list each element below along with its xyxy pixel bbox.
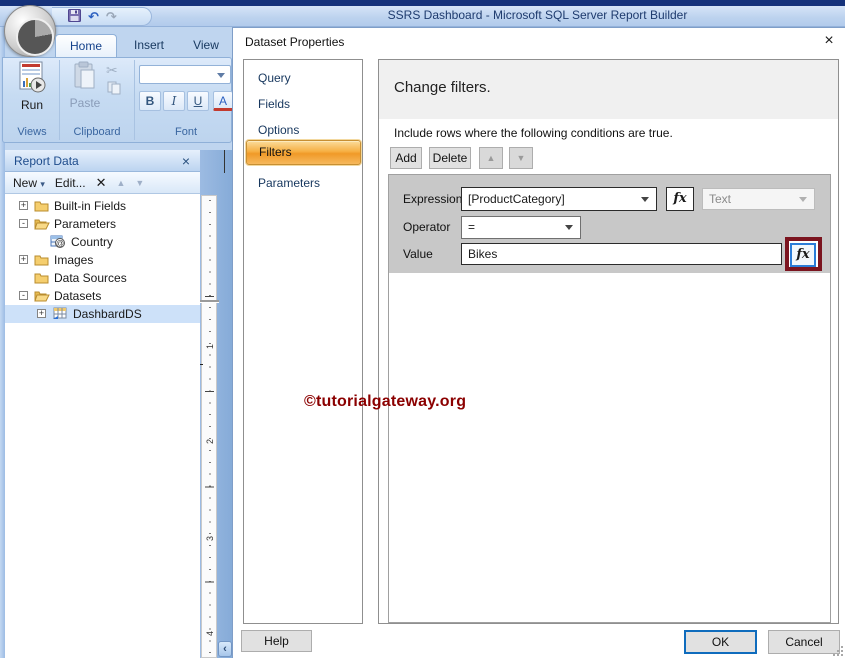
value-label: Value: [403, 247, 433, 261]
dialog-title: Dataset Properties: [245, 35, 345, 49]
collapse-icon[interactable]: -: [19, 219, 28, 228]
canvas-edge-line: [224, 150, 225, 173]
font-name-combo[interactable]: [139, 65, 231, 84]
svg-text:@: @: [56, 239, 64, 248]
expression-fx-button[interactable]: fx: [666, 187, 694, 211]
undo-icon[interactable]: ↶: [88, 10, 99, 23]
resize-grip[interactable]: [833, 646, 843, 656]
window-title: SSRS Dashboard - Microsoft SQL Server Re…: [387, 8, 688, 22]
operator-combo[interactable]: =: [461, 216, 581, 239]
tree-item-dashbardds[interactable]: + DashbardDS: [5, 305, 200, 323]
value-fx-button[interactable]: fx: [790, 243, 816, 267]
value-input[interactable]: Bikes: [461, 243, 782, 265]
tree-item-parameters[interactable]: - Parameters: [5, 215, 200, 233]
application-menu-button[interactable]: [4, 5, 56, 57]
tree-item-built-in-fields[interactable]: + Built-in Fields: [5, 197, 200, 215]
underline-button[interactable]: U: [187, 91, 209, 111]
expression-label: Expression: [403, 192, 463, 206]
collapse-icon[interactable]: -: [19, 291, 28, 300]
tab-view[interactable]: View: [181, 34, 231, 57]
report-data-title: Report Data: [14, 154, 79, 168]
ruler-position-marker: [198, 300, 219, 302]
dataset-properties-dialog: Dataset Properties × Query Fields Option…: [232, 27, 845, 658]
dialog-main: Change filters. Include rows where the f…: [378, 59, 839, 624]
instruction-text: Include rows where the following conditi…: [394, 126, 673, 140]
run-label: Run: [20, 98, 43, 112]
report-data-header: Report Data ×: [5, 150, 200, 172]
chevron-down-icon: [799, 197, 807, 202]
expand-icon[interactable]: +: [37, 309, 46, 318]
delete-icon[interactable]: ✕: [96, 175, 107, 191]
expand-icon[interactable]: +: [19, 255, 28, 264]
copy-icon: [107, 81, 121, 98]
tree-item-datasets[interactable]: - Datasets: [5, 287, 200, 305]
caret-down-icon: ▾: [40, 178, 45, 189]
dialog-nav: Query Fields Options Filters Parameters: [243, 59, 363, 624]
close-icon[interactable]: ×: [819, 31, 839, 51]
move-up-icon: ▲: [116, 177, 126, 188]
chevron-down-icon: [217, 73, 225, 78]
paste-label: Paste: [69, 96, 101, 110]
report-data-toolbar: New ▾ Edit... ✕ ▲ ▼: [5, 172, 200, 194]
redo-icon[interactable]: ↷: [106, 10, 117, 23]
move-down-icon: ▼: [135, 177, 145, 188]
page-header-band: Change filters.: [379, 60, 838, 119]
help-button[interactable]: Help: [241, 630, 312, 652]
filter-clause: Expression [ProductCategory] fx Text Ope…: [389, 175, 830, 273]
tree-item-images[interactable]: + Images: [5, 251, 200, 269]
run-button[interactable]: Run: [10, 61, 54, 119]
expression-combo[interactable]: [ProductCategory]: [461, 187, 657, 211]
scroll-left-button[interactable]: ‹: [218, 641, 232, 657]
ruler-medium-ticks: [205, 296, 214, 656]
paste-icon: [72, 61, 98, 94]
cut-icon: ✂: [106, 62, 118, 78]
move-filter-down-button: ▼: [509, 147, 533, 169]
run-report-icon: [18, 61, 46, 96]
ok-button[interactable]: OK: [684, 630, 757, 654]
ruler-label: 2: [205, 438, 215, 444]
ribbon: Run Views Paste ✂ Clipboard B I U A Font: [2, 57, 233, 143]
save-icon[interactable]: [68, 9, 81, 24]
report-data-panel: Report Data × New ▾ Edit... ✕ ▲ ▼ + Buil…: [5, 150, 200, 658]
tab-home[interactable]: Home: [55, 34, 117, 57]
delete-button[interactable]: Delete: [429, 147, 471, 169]
close-panel-icon[interactable]: ×: [177, 152, 195, 170]
ruler-label: 1: [205, 343, 215, 349]
expand-icon[interactable]: +: [19, 201, 28, 210]
tree-item-data-sources[interactable]: Data Sources: [5, 269, 200, 287]
pie-chart-icon: [16, 18, 54, 56]
tree-item-country[interactable]: @ Country: [5, 233, 200, 251]
bold-button[interactable]: B: [139, 91, 161, 111]
chevron-down-icon: [641, 197, 649, 202]
tab-insert[interactable]: Insert: [121, 34, 177, 57]
page-title: Change filters.: [394, 79, 491, 96]
nav-item-filters[interactable]: Filters: [246, 140, 361, 165]
vertical-ruler: 1 2 3 4: [201, 195, 217, 658]
chevron-down-icon: [565, 225, 573, 230]
quick-access-toolbar: ↶ ↷: [52, 7, 152, 26]
group-separator: [134, 60, 135, 140]
add-button[interactable]: Add: [390, 147, 422, 169]
move-filter-up-button: ▲: [479, 147, 503, 169]
paste-button: Paste: [63, 61, 107, 119]
dataset-icon: [52, 307, 67, 325]
nav-item-options[interactable]: Options: [258, 121, 299, 139]
group-label-clipboard: Clipboard: [73, 126, 121, 138]
annotation-highlight-box: fx: [785, 237, 822, 271]
nav-item-fields[interactable]: Fields: [258, 95, 290, 113]
font-color-button[interactable]: A: [213, 91, 233, 111]
group-label-font: Font: [174, 126, 197, 138]
new-menu-button[interactable]: New ▾: [13, 176, 45, 190]
group-label-views: Views: [17, 126, 47, 138]
edit-button[interactable]: Edit...: [55, 176, 86, 190]
italic-button[interactable]: I: [163, 91, 185, 111]
operator-label: Operator: [403, 220, 451, 234]
nav-item-parameters[interactable]: Parameters: [258, 174, 320, 192]
type-dropdown: Text: [702, 188, 815, 210]
cancel-button[interactable]: Cancel: [768, 630, 840, 654]
ruler-label: 4: [205, 630, 215, 636]
watermark-text: ©tutorialgateway.org: [304, 393, 467, 410]
nav-item-query[interactable]: Query: [258, 69, 291, 87]
ruler-label: 3: [205, 535, 215, 541]
